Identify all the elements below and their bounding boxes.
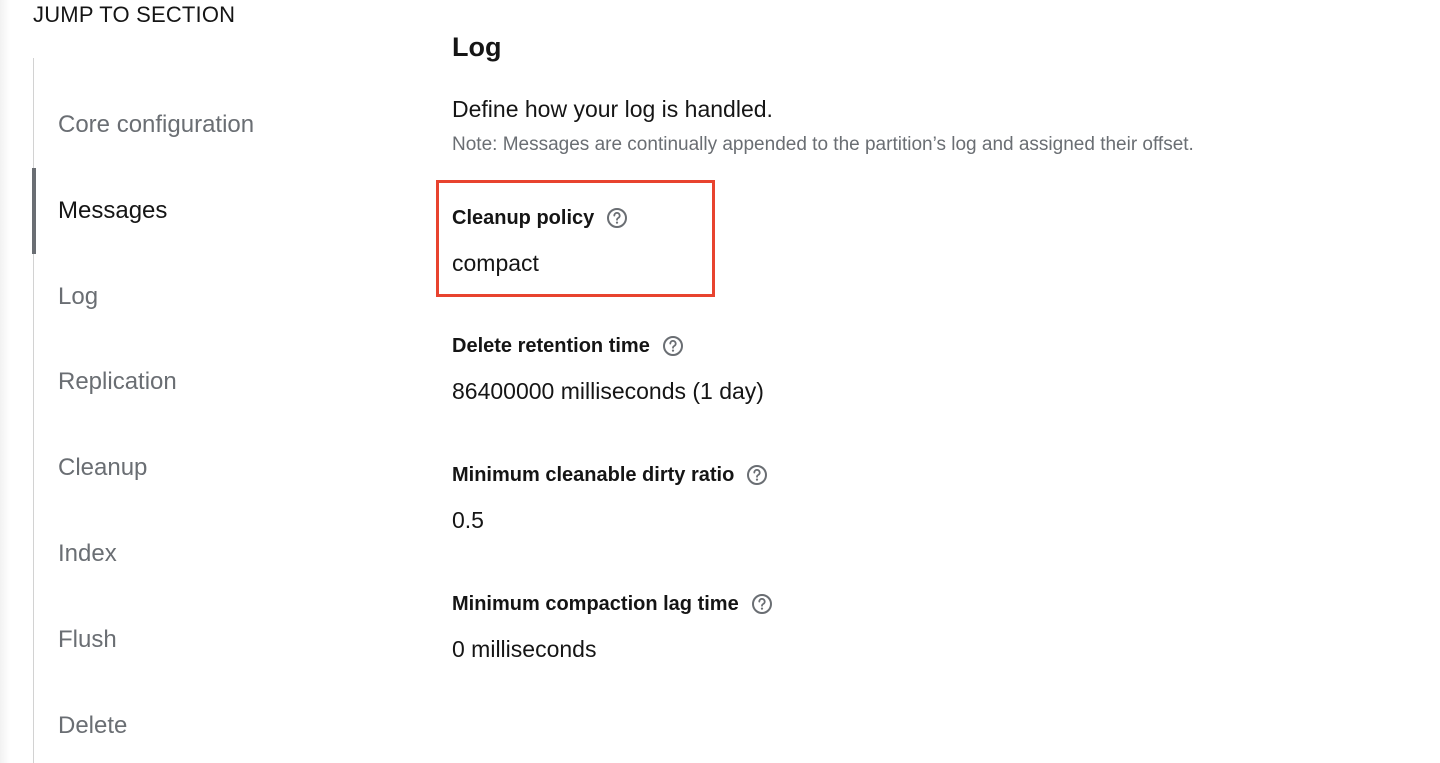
nav-item-messages[interactable]: Messages (32, 168, 374, 254)
nav-item-label: Log (58, 283, 99, 310)
field-label: Minimum cleanable dirty ratio (452, 463, 735, 486)
nav-item-label: Core configuration (58, 111, 255, 138)
left-edge-shadow (0, 0, 10, 763)
help-circle-icon[interactable] (751, 593, 773, 615)
field-min-compaction-lag-time: Minimum compaction lag time 0 millisecon… (452, 589, 773, 663)
jump-to-section-nav: Core configuration Messages Log Replicat… (32, 58, 394, 763)
nav-item-label: Flush (58, 626, 117, 653)
field-delete-retention-time: Delete retention time 86400000 milliseco… (452, 331, 764, 405)
nav-item-label: Replication (58, 368, 177, 395)
nav-item-label: Messages (58, 197, 168, 224)
section-note: Note: Messages are continually appended … (452, 134, 1194, 155)
help-circle-icon[interactable] (746, 464, 768, 486)
highlight-annotation-box (436, 180, 715, 297)
nav-item-index[interactable]: Index (34, 511, 374, 597)
field-label-row: Minimum cleanable dirty ratio (452, 460, 768, 490)
field-value: 0 milliseconds (452, 636, 597, 662)
help-circle-icon[interactable] (662, 335, 684, 357)
nav-item-core-configuration[interactable]: Core configuration (34, 82, 374, 168)
nav-item-label: Delete (58, 712, 128, 739)
nav-item-replication[interactable]: Replication (34, 339, 374, 425)
field-label-row: Minimum compaction lag time (452, 589, 773, 619)
nav-item-log[interactable]: Log (34, 254, 374, 340)
nav-item-delete[interactable]: Delete (34, 683, 374, 763)
nav-item-flush[interactable]: Flush (34, 597, 374, 683)
field-label: Delete retention time (452, 334, 650, 357)
jump-to-section-title: JUMP TO SECTION (33, 2, 236, 27)
field-value: 0.5 (452, 507, 484, 533)
field-label: Minimum compaction lag time (452, 592, 739, 615)
section-description: Define how your log is handled. (452, 96, 773, 122)
nav-item-label: Index (58, 540, 117, 567)
section-title: Log (452, 32, 502, 62)
nav-item-label: Cleanup (58, 454, 148, 481)
field-value: 86400000 milliseconds (1 day) (452, 378, 764, 404)
page: JUMP TO SECTION Core configuration Messa… (0, 0, 1440, 763)
nav-item-cleanup[interactable]: Cleanup (34, 425, 374, 511)
field-min-cleanable-dirty-ratio: Minimum cleanable dirty ratio 0.5 (452, 460, 768, 534)
field-label-row: Delete retention time (452, 331, 764, 361)
